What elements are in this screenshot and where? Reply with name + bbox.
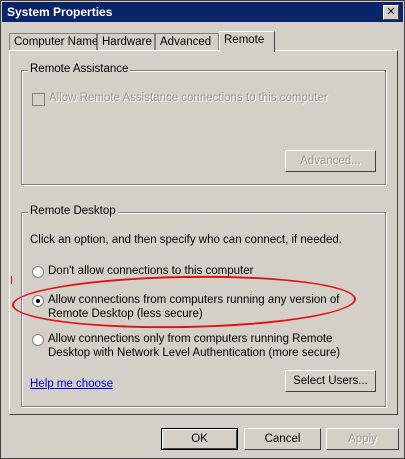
allow-remote-assistance-label: Allow Remote Assistance connections to t… bbox=[49, 92, 328, 104]
remote-assistance-group-label: Remote Assistance bbox=[28, 63, 131, 75]
select-users-button[interactable]: Select Users... bbox=[285, 370, 376, 392]
radio-allow-nla-label-line1[interactable]: Allow connections only from computers ru… bbox=[48, 332, 332, 346]
advanced-button[interactable]: Advanced... bbox=[285, 150, 376, 172]
tab-remote[interactable]: Remote bbox=[219, 31, 275, 52]
annotation-mark bbox=[11, 276, 12, 284]
title-bar[interactable]: System Properties ✕ bbox=[2, 2, 403, 22]
tab-computer-name[interactable]: Computer Name bbox=[9, 33, 98, 50]
apply-button[interactable]: Apply bbox=[326, 428, 399, 450]
radio-dont-allow[interactable] bbox=[32, 266, 44, 278]
cancel-button[interactable]: Cancel bbox=[244, 428, 321, 450]
allow-remote-assistance-checkbox[interactable] bbox=[32, 93, 45, 106]
help-me-choose-link[interactable]: Help me choose bbox=[30, 377, 113, 391]
close-icon[interactable]: ✕ bbox=[383, 5, 399, 20]
tab-advanced[interactable]: Advanced bbox=[155, 33, 219, 50]
window-title: System Properties bbox=[7, 5, 113, 19]
tab-hardware[interactable]: Hardware bbox=[97, 33, 155, 50]
radio-allow-nla-label-line2[interactable]: Desktop with Network Level Authenticatio… bbox=[48, 346, 340, 360]
system-properties-window: System Properties ✕ Computer Name Hardwa… bbox=[0, 0, 405, 459]
remote-desktop-group-label: Remote Desktop bbox=[28, 205, 118, 217]
ok-button[interactable]: OK bbox=[161, 428, 238, 450]
radio-allow-nla-only[interactable] bbox=[32, 334, 44, 346]
remote-desktop-instructions: Click an option, and then specify who ca… bbox=[30, 234, 342, 246]
